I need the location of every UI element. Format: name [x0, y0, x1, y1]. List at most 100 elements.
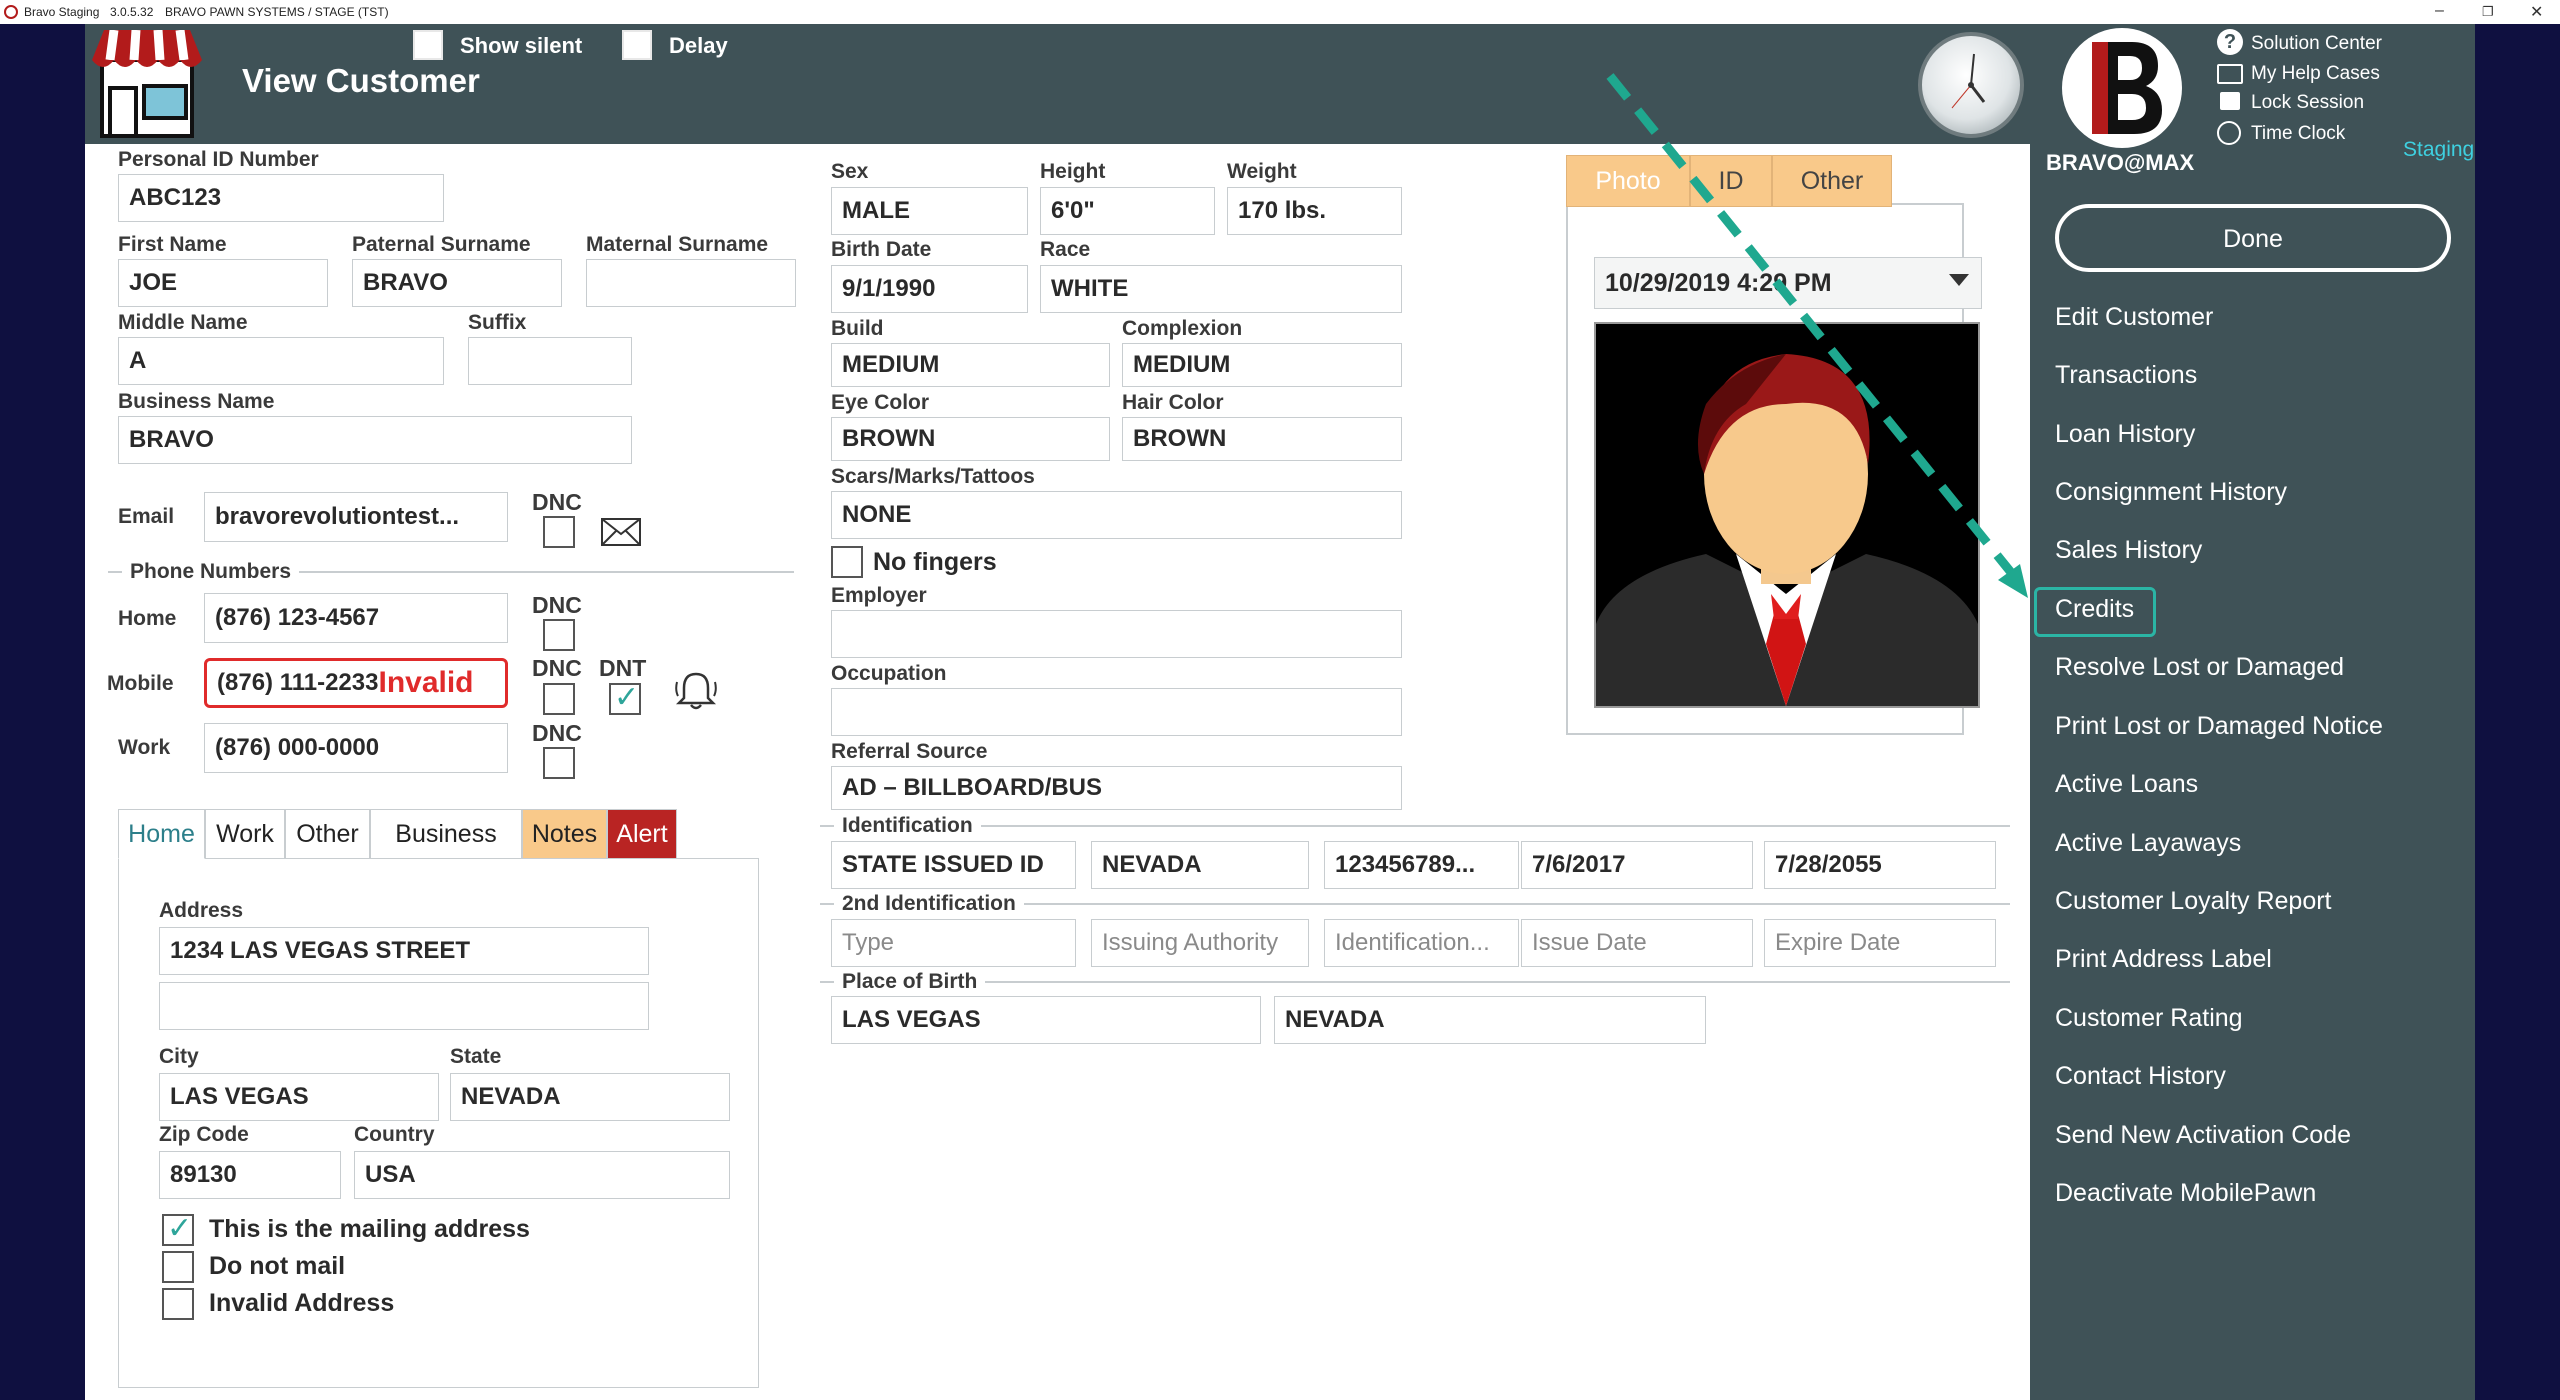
customer-rating-link[interactable]: Customer Rating: [2055, 1004, 2243, 1033]
invalid-address-checkbox[interactable]: [162, 1288, 194, 1320]
mobile-phone-value: (876) 111-2233: [217, 669, 379, 696]
maternal-surname-field[interactable]: [586, 259, 796, 307]
customer-loyalty-report-link[interactable]: Customer Loyalty Report: [2055, 887, 2332, 916]
email-label: Email: [118, 505, 175, 528]
email-dnc-checkbox[interactable]: [543, 516, 575, 548]
referral-source-field[interactable]: AD – BILLBOARD/BUS: [831, 766, 1402, 810]
print-address-label-link[interactable]: Print Address Label: [2055, 945, 2272, 974]
race-field[interactable]: WHITE: [1040, 265, 1402, 313]
active-layaways-link[interactable]: Active Layaways: [2055, 829, 2241, 858]
tab-work[interactable]: Work: [205, 809, 285, 859]
birth-state-field[interactable]: NEVADA: [1274, 996, 1706, 1044]
eye-color-label: Eye Color: [831, 391, 930, 414]
hair-color-field[interactable]: BROWN: [1122, 417, 1402, 461]
bell-icon[interactable]: [674, 670, 718, 717]
second-id-expire-date-field[interactable]: Expire Date: [1764, 919, 1996, 967]
do-not-mail-checkbox[interactable]: [162, 1251, 194, 1283]
mobile-phone-field[interactable]: (876) 111-2233 Invalid: [204, 658, 508, 708]
tab-home[interactable]: Home: [118, 809, 205, 859]
contact-history-link[interactable]: Contact History: [2055, 1062, 2226, 1091]
email-field[interactable]: bravorevolutiontest...: [204, 492, 508, 542]
suffix-label: Suffix: [468, 311, 527, 334]
paternal-surname-field[interactable]: BRAVO: [352, 259, 562, 307]
birth-date-field[interactable]: 9/1/1990: [831, 265, 1028, 313]
resolve-lost-damaged-link[interactable]: Resolve Lost or Damaged: [2055, 653, 2344, 682]
credits-link[interactable]: Credits: [2055, 595, 2134, 624]
zip-field[interactable]: 89130: [159, 1151, 341, 1199]
mobile-dnc-checkbox[interactable]: [543, 683, 575, 715]
address-line1-field[interactable]: 1234 LAS VEGAS STREET: [159, 927, 649, 975]
complexion-field[interactable]: MEDIUM: [1122, 343, 1402, 387]
tab-other[interactable]: Other: [285, 809, 370, 859]
show-silent-checkbox[interactable]: [413, 30, 443, 60]
id-authority-field[interactable]: NEVADA: [1091, 841, 1309, 889]
country-field[interactable]: USA: [354, 1151, 730, 1199]
mobile-dnt-label: DNT: [599, 655, 647, 681]
delay-label: Delay: [669, 33, 728, 58]
send-activation-code-link[interactable]: Send New Activation Code: [2055, 1121, 2351, 1150]
weight-label: Weight: [1227, 160, 1297, 183]
weight-field[interactable]: 170 lbs.: [1227, 187, 1402, 235]
delay-checkbox[interactable]: [622, 30, 652, 60]
middle-name-field[interactable]: A: [118, 337, 444, 385]
restore-icon[interactable]: ❐: [2482, 4, 2494, 20]
second-id-issue-date-field[interactable]: Issue Date: [1521, 919, 1753, 967]
state-field[interactable]: NEVADA: [450, 1073, 730, 1121]
occupation-field[interactable]: [831, 688, 1402, 736]
build-field[interactable]: MEDIUM: [831, 343, 1110, 387]
city-field[interactable]: LAS VEGAS: [159, 1073, 439, 1121]
edit-customer-link[interactable]: Edit Customer: [2055, 303, 2213, 332]
height-label: Height: [1040, 160, 1106, 183]
tab-alert[interactable]: Alert: [607, 809, 677, 859]
first-name-field[interactable]: JOE: [118, 259, 328, 307]
sales-history-link[interactable]: Sales History: [2055, 536, 2202, 565]
loan-history-link[interactable]: Loan History: [2055, 420, 2195, 449]
active-loans-link[interactable]: Active Loans: [2055, 770, 2198, 799]
id-number-field[interactable]: 123456789...: [1324, 841, 1519, 889]
store-icon: [92, 29, 202, 138]
environment-label: Staging: [2403, 138, 2475, 161]
second-id-number-field[interactable]: Identification...: [1324, 919, 1519, 967]
close-icon[interactable]: ✕: [2530, 2, 2543, 22]
tab-business[interactable]: Business: [370, 809, 522, 859]
suffix-field[interactable]: [468, 337, 632, 385]
work-phone-field[interactable]: (876) 000-0000: [204, 723, 508, 773]
lock-session-link[interactable]: Lock Session: [2251, 92, 2364, 114]
eye-color-field[interactable]: BROWN: [831, 417, 1110, 461]
birth-city-field[interactable]: LAS VEGAS: [831, 996, 1261, 1044]
address-line2-field[interactable]: [159, 982, 649, 1030]
transactions-link[interactable]: Transactions: [2055, 361, 2197, 390]
work-dnc-checkbox[interactable]: [543, 747, 575, 779]
my-help-cases-link[interactable]: My Help Cases: [2251, 63, 2380, 85]
second-id-type-field[interactable]: Type: [831, 919, 1076, 967]
folder-icon: [2217, 64, 2243, 84]
mailing-address-checkbox[interactable]: [162, 1211, 194, 1246]
done-button[interactable]: Done: [2055, 204, 2451, 272]
employer-field[interactable]: [831, 610, 1402, 658]
bravo-logo: [2062, 28, 2182, 148]
mobile-dnt-checkbox[interactable]: [609, 680, 641, 715]
second-id-authority-field[interactable]: Issuing Authority: [1091, 919, 1309, 967]
home-dnc-checkbox[interactable]: [543, 619, 575, 651]
deactivate-mobilepawn-link[interactable]: Deactivate MobilePawn: [2055, 1179, 2316, 1208]
minimize-icon[interactable]: –: [2435, 2, 2444, 20]
id-issue-date-field[interactable]: 7/6/2017: [1521, 841, 1753, 889]
solution-center-link[interactable]: Solution Center: [2251, 33, 2382, 55]
no-fingers-checkbox[interactable]: [831, 546, 863, 578]
id-expire-date-field[interactable]: 7/28/2055: [1764, 841, 1996, 889]
id-type-field[interactable]: STATE ISSUED ID: [831, 841, 1076, 889]
consignment-history-link[interactable]: Consignment History: [2055, 478, 2287, 507]
envelope-icon[interactable]: [601, 518, 641, 551]
tab-notes[interactable]: Notes: [522, 809, 607, 859]
pin-field[interactable]: ABC123: [118, 174, 444, 222]
height-field[interactable]: 6'0": [1040, 187, 1215, 235]
scars-field[interactable]: NONE: [831, 491, 1402, 539]
sex-field[interactable]: MALE: [831, 187, 1028, 235]
time-clock-link[interactable]: Time Clock: [2251, 123, 2345, 145]
print-lost-damaged-link[interactable]: Print Lost or Damaged Notice: [2055, 712, 2383, 741]
user-name: BRAVO@MAX: [2046, 150, 2195, 175]
home-phone-field[interactable]: (876) 123-4567: [204, 593, 508, 643]
business-name-field[interactable]: BRAVO: [118, 416, 632, 464]
identification-divider: [820, 825, 2010, 827]
referral-source-label: Referral Source: [831, 740, 988, 763]
